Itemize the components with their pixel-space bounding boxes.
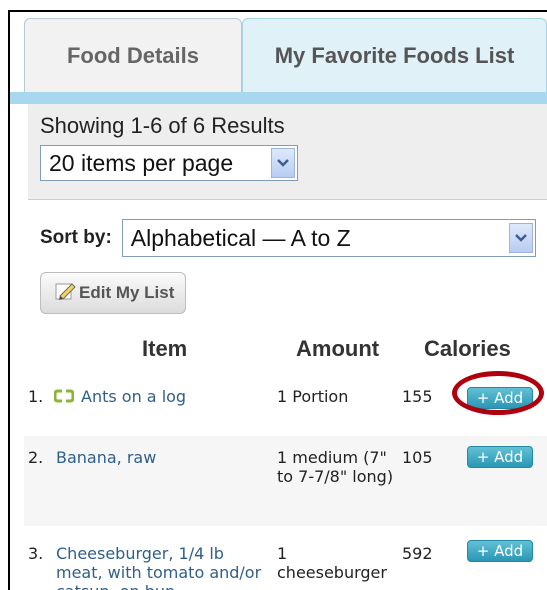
calories-value: 105: [402, 448, 433, 467]
table-row: 3. Cheeseburger, 1/4 lb meat, with tomat…: [24, 526, 547, 590]
amount-value: 1 Portion: [277, 387, 349, 406]
amount-value: 1 cheeseburger: [277, 544, 387, 582]
row-number: 2.: [28, 448, 44, 467]
chevron-down-icon[interactable]: [271, 148, 295, 178]
column-header-calories: Calories: [424, 336, 511, 361]
pencil-icon: [55, 281, 77, 305]
table-row: 1. Ants on a log 1 Portion 155 + Add: [24, 371, 547, 431]
results-summary: Showing 1-6 of 6 Results 20 items per pa…: [28, 104, 547, 200]
sort-label: Sort by:: [40, 227, 112, 248]
sort-row: Sort by: Alphabetical — A to Z: [40, 219, 536, 257]
list-content: Showing 1-6 of 6 Results 20 items per pa…: [24, 104, 547, 590]
add-button[interactable]: + Add: [467, 446, 533, 468]
column-header-amount: Amount: [296, 336, 380, 361]
calories-value: 592: [402, 544, 433, 563]
add-button[interactable]: + Add: [467, 540, 533, 562]
row-number: 1.: [28, 387, 44, 406]
edit-my-list-label: Edit My List: [79, 283, 175, 302]
recipe-link-icon: [53, 388, 75, 408]
tab-content-divider: [10, 92, 547, 104]
edit-my-list-button[interactable]: Edit My List: [40, 272, 186, 314]
row-number: 3.: [28, 544, 44, 563]
column-header-item: Item: [142, 336, 188, 361]
chevron-down-icon[interactable]: [508, 223, 533, 253]
favorites-panel: Food Details My Favorite Foods List Show…: [10, 12, 547, 590]
food-item-link[interactable]: Cheeseburger, 1/4 lb meat, with tomato a…: [56, 544, 272, 590]
calories-value: 155: [402, 387, 433, 406]
items-per-page-select[interactable]: 20 items per page: [40, 145, 298, 181]
tab-my-favorite-foods-list[interactable]: My Favorite Foods List: [242, 18, 547, 92]
food-item-link[interactable]: Ants on a log: [81, 387, 186, 406]
food-item-link[interactable]: Banana, raw: [56, 448, 156, 467]
table-header: Item Amount Calories: [24, 336, 547, 366]
tab-bar: Food Details My Favorite Foods List: [10, 12, 547, 92]
results-count-text: Showing 1-6 of 6 Results: [40, 113, 285, 138]
tab-food-details[interactable]: Food Details: [24, 18, 242, 92]
sort-select-value: Alphabetical — A to Z: [130, 224, 351, 251]
table-row: 2. Banana, raw 1 medium (7" to 7-7/8" lo…: [24, 436, 547, 526]
sort-select[interactable]: Alphabetical — A to Z: [121, 219, 536, 257]
items-per-page-value: 20 items per page: [49, 149, 234, 176]
amount-value: 1 medium (7" to 7-7/8" long): [277, 448, 394, 486]
highlight-annotation-ring: [452, 371, 544, 415]
